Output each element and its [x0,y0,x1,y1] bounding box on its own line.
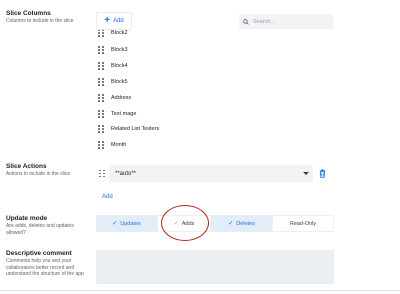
drag-handle-icon[interactable] [99,169,105,178]
column-label: Block4 [111,63,128,69]
search-input[interactable] [253,18,333,25]
column-list[interactable]: Block2 Block3 Block4 Block5 Address Test… [96,30,336,152]
read-only-label: Read-Only [289,220,317,227]
column-label: Related List Testers [111,126,160,132]
list-item[interactable]: Month [96,139,126,151]
slice-actions-description: Actions to include in the slice [6,171,71,177]
drag-handle-icon[interactable] [98,94,104,102]
update-mode-title: Update mode [6,215,48,222]
trash-icon[interactable] [319,169,326,178]
read-only-toggle[interactable]: Read-Only [272,215,334,232]
action-select[interactable]: **auto** [109,165,313,182]
deletes-toggle[interactable]: ✓ Deletes [211,215,272,232]
column-label: Test mage [111,111,137,117]
column-label: Block3 [111,47,128,53]
list-item[interactable]: Test mage [96,108,136,120]
add-action-link[interactable]: Add [102,194,113,200]
drag-handle-icon[interactable] [98,78,104,86]
add-column-label: Add [113,18,124,24]
column-label: Address [111,95,132,101]
column-label: Block5 [111,79,128,85]
slice-columns-description: Columns to include in the slice [6,18,74,24]
plus-icon: + [104,15,111,26]
check-icon: ✓ [228,221,234,227]
comment-textarea[interactable] [96,250,334,284]
list-item[interactable]: Block2 [96,30,128,39]
action-row: **auto** [96,165,336,182]
column-search[interactable] [239,14,333,29]
list-item[interactable]: Address [96,92,131,104]
drag-handle-icon[interactable] [98,62,104,70]
highlight-circle [161,205,209,241]
drag-handle-icon[interactable] [98,46,104,54]
drag-handle-icon[interactable] [98,110,104,118]
updates-label: Updates [120,220,141,227]
add-column-button[interactable]: + Add [96,12,132,30]
list-item[interactable]: Block3 [96,44,128,56]
column-label: Block2 [111,30,128,36]
drag-handle-icon[interactable] [98,125,104,133]
check-icon: ✓ [112,221,118,227]
column-label: Month [111,142,127,148]
list-item[interactable]: Related List Testers [96,123,159,135]
slice-columns-title: Slice Columns [6,10,51,17]
update-mode-description: Are adds, deletes and updates allowed? [6,223,74,236]
slice-actions-title: Slice Actions [6,163,47,170]
list-item[interactable]: Block4 [96,60,128,72]
drag-handle-icon[interactable] [98,30,104,37]
list-item[interactable]: Block5 [96,76,128,88]
drag-handle-icon[interactable] [98,141,104,149]
divider [0,290,400,291]
action-select-value: **auto** [115,170,137,177]
descriptive-comment-description: Comments help you and your collaborators… [6,258,84,277]
search-icon [243,18,249,25]
deletes-label: Deletes [236,220,255,227]
updates-toggle[interactable]: ✓ Updates [96,215,157,232]
chevron-down-icon [303,172,309,175]
descriptive-comment-title: Descriptive comment [6,250,72,257]
